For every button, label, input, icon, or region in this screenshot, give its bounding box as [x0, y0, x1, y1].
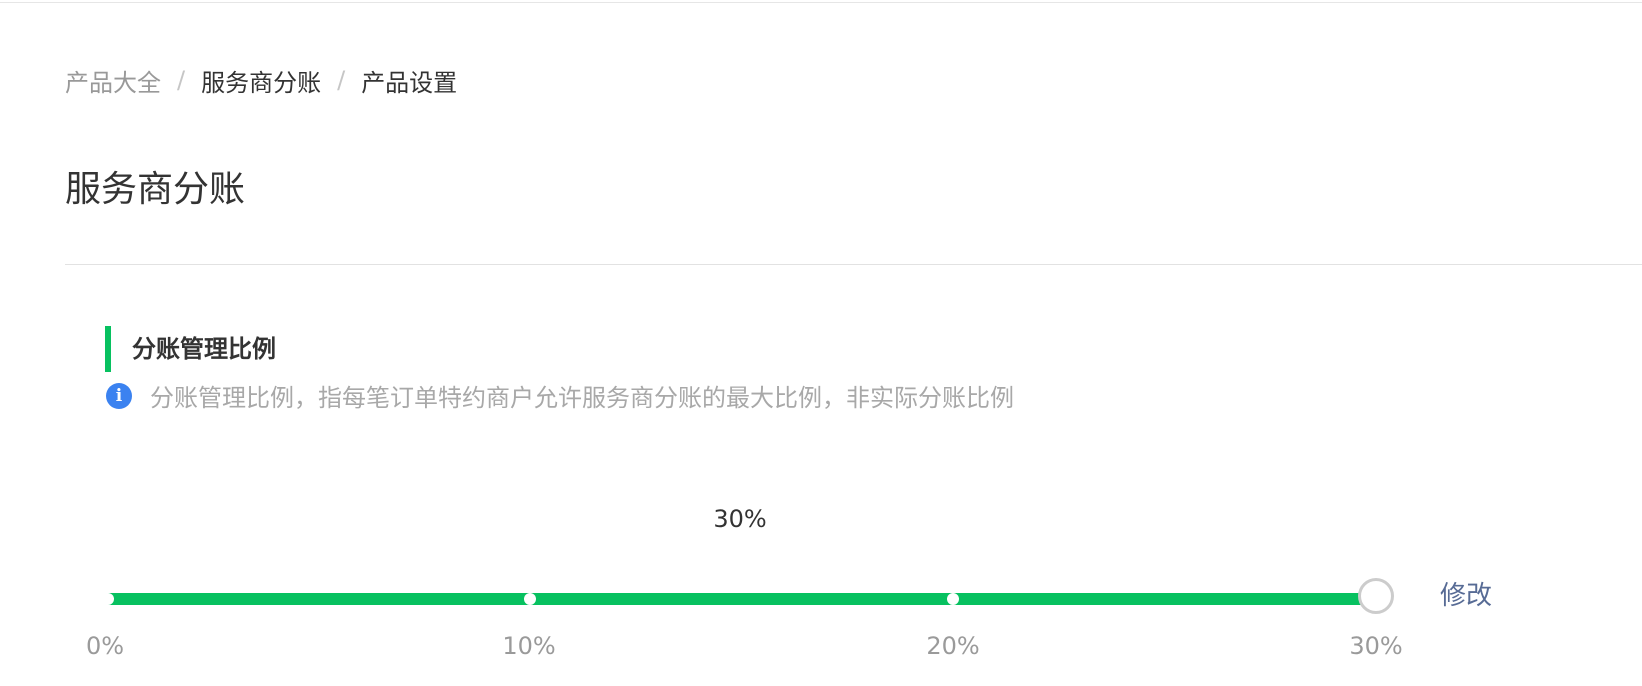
breadcrumb-item-product-settings: 产品设置 [361, 68, 458, 97]
info-icon: i [106, 382, 132, 409]
slider-value-label: 30% [713, 505, 767, 533]
page-title: 服务商分账 [65, 169, 246, 210]
top-divider [0, 2, 1642, 3]
section-accent-bar [105, 326, 111, 372]
section-heading: 分账管理比例 [132, 335, 276, 363]
breadcrumb: 产品大全 / 服务商分账 / 产品设置 [65, 62, 457, 98]
slider-tick-dot [102, 593, 114, 605]
edit-button[interactable]: 修改 [1440, 578, 1492, 614]
slider-tick-dot [947, 593, 959, 605]
info-text: 分账管理比例，指每笔订单特约商户允许服务商分账的最大比例，非实际分账比例 [150, 384, 1014, 412]
breadcrumb-separator: / [337, 66, 346, 94]
slider-tick-label: 30% [1349, 632, 1403, 660]
slider-tick-dot [524, 593, 536, 605]
breadcrumb-item-products[interactable]: 产品大全 [65, 63, 161, 98]
slider-handle[interactable] [1358, 578, 1394, 614]
slider-tick-label: 0% [85, 632, 125, 660]
info-tip: i 分账管理比例，指每笔订单特约商户允许服务商分账的最大比例，非实际分账比例 [106, 378, 1014, 413]
slider-track[interactable] [108, 593, 1378, 605]
section-divider [65, 264, 1642, 265]
slider-tick-label: 20% [926, 632, 980, 660]
breadcrumb-item-service-provider-split[interactable]: 服务商分账 [201, 63, 321, 98]
slider-tick-label: 10% [502, 632, 556, 660]
breadcrumb-separator: / [177, 66, 186, 94]
